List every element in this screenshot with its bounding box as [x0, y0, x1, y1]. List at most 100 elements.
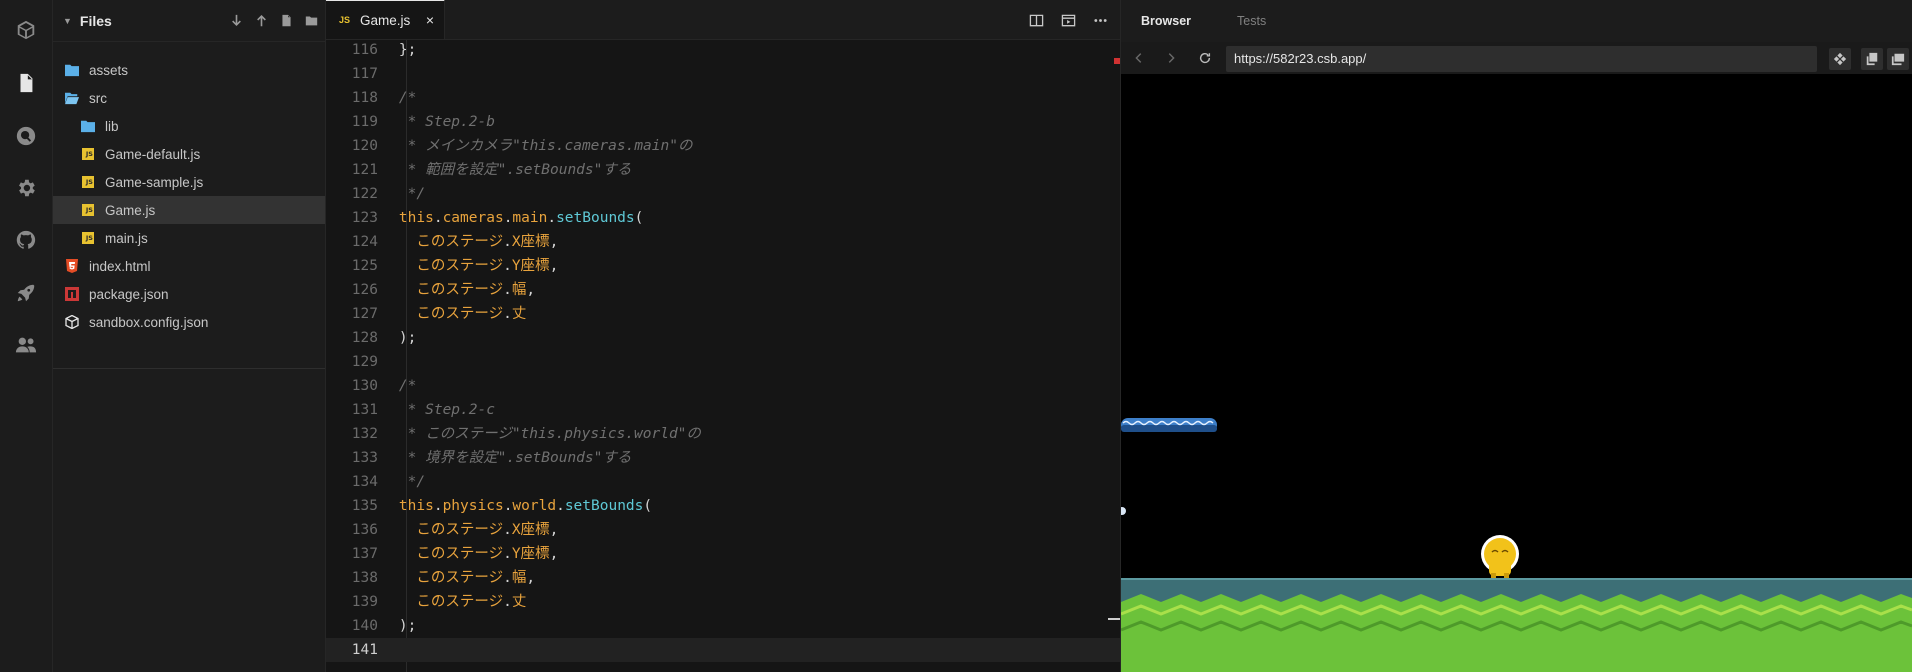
code-token: , [549, 546, 559, 562]
code-line[interactable]: 129 [326, 350, 1120, 374]
refresh-icon[interactable] [1195, 48, 1215, 68]
code-token: 幅 [511, 570, 527, 586]
code-line[interactable]: 119 * Step.2-b [326, 110, 1120, 134]
folder-open-icon [65, 91, 79, 105]
file-tree-item[interactable]: JS Game-sample.js [53, 168, 325, 196]
file-tree-label: index.html [89, 258, 151, 274]
file-tree-item[interactable]: JS Game.js [53, 196, 325, 224]
code-text: このステージ.X座標, [364, 230, 558, 254]
code-line[interactable]: 133 * 境界を設定".setBounds"する [326, 446, 1120, 470]
file-tree-label: main.js [105, 230, 148, 246]
explorer-header[interactable]: ▼ Files [53, 0, 325, 42]
activity-bar [0, 0, 53, 672]
code-text: this.physics.world.setBounds( [364, 494, 652, 518]
file-tree-item[interactable]: src [53, 84, 325, 112]
file-tree-item[interactable]: package.json [53, 280, 325, 308]
code-line[interactable]: 118 /* [326, 86, 1120, 110]
code-line[interactable]: 141 [326, 638, 1120, 662]
file-tree-item[interactable]: assets [53, 56, 325, 84]
folder-icon [65, 63, 79, 77]
npm-file-icon [65, 287, 79, 301]
code-token: ); [364, 618, 417, 634]
cube-icon[interactable] [12, 16, 40, 44]
code-line[interactable]: 132 * このステージ"this.physics.world"の [326, 422, 1120, 446]
preview-tabs: Browser Tests [1121, 0, 1912, 42]
close-icon[interactable]: × [422, 12, 438, 28]
player-character [1481, 535, 1519, 579]
code-token: */ [364, 186, 426, 202]
preview-icon[interactable] [1052, 9, 1084, 31]
js-file-icon: JS [81, 231, 95, 245]
code-line[interactable]: 128 ); [326, 326, 1120, 350]
code-line[interactable]: 120 * メインカメラ"this.cameras.main"の [326, 134, 1120, 158]
file-tree-item[interactable]: JS main.js [53, 224, 325, 252]
code-line[interactable]: 125 このステージ.Y座標, [326, 254, 1120, 278]
code-line[interactable]: 138 このステージ.幅, [326, 566, 1120, 590]
file-tree-item[interactable]: JS Game-default.js [53, 140, 325, 168]
download-icon[interactable] [225, 10, 247, 32]
code-text: このステージ.Y座標, [364, 542, 558, 566]
code-line[interactable]: 130 /* [326, 374, 1120, 398]
devtools-icon[interactable] [1829, 48, 1851, 70]
gear-icon[interactable] [12, 174, 40, 202]
code-line[interactable]: 134 */ [326, 470, 1120, 494]
code-area[interactable]: 116 }; 117 118 /* 119 * Step.2-b 120 * メインカメ… [326, 40, 1120, 672]
code-token: このステージ [364, 570, 504, 586]
line-number: 129 [351, 354, 378, 370]
code-line[interactable]: 121 * 範囲を設定".setBounds"する [326, 158, 1120, 182]
floating-platform [1121, 418, 1217, 432]
code-token: * Step.2-b [364, 114, 495, 130]
code-token: world [512, 498, 557, 514]
code-token: . [503, 234, 512, 250]
code-line[interactable]: 126 このステージ.幅, [326, 278, 1120, 302]
github-icon[interactable] [12, 226, 40, 254]
code-token: setBounds [564, 498, 644, 514]
code-line[interactable]: 127 このステージ.丈 [326, 302, 1120, 326]
code-line[interactable]: 135 this.physics.world.setBounds( [326, 494, 1120, 518]
tab-tests[interactable]: Tests [1237, 14, 1266, 28]
code-token: this [364, 210, 434, 226]
code-line[interactable]: 131 * Step.2-c [326, 398, 1120, 422]
forward-icon[interactable] [1161, 48, 1181, 68]
code-line[interactable]: 136 このステージ.X座標, [326, 518, 1120, 542]
code-text: このステージ.丈 [364, 302, 526, 326]
code-token: . [503, 258, 512, 274]
code-line[interactable]: 123 this.cameras.main.setBounds( [326, 206, 1120, 230]
file-tree-item[interactable]: sandbox.config.json [53, 308, 325, 336]
code-line[interactable]: 139 このステージ.丈 [326, 590, 1120, 614]
open-window-icon[interactable] [1887, 48, 1909, 70]
code-text: * 範囲を設定".setBounds"する [364, 158, 632, 182]
file-tree-label: Game.js [105, 202, 156, 218]
new-file-icon[interactable] [275, 10, 297, 32]
url-input[interactable]: https://582r23.csb.app/ [1226, 46, 1817, 72]
code-line[interactable]: 122 */ [326, 182, 1120, 206]
back-icon[interactable] [1129, 48, 1149, 68]
people-icon[interactable] [12, 331, 40, 359]
file-tree-item[interactable]: lib [53, 112, 325, 140]
tab-game-js[interactable]: JS Game.js × [326, 0, 445, 39]
copy-icon[interactable] [1861, 48, 1883, 70]
code-line[interactable]: 116 }; [326, 40, 1120, 62]
rocket-icon[interactable] [12, 279, 40, 307]
js-file-icon: JS [81, 147, 95, 161]
game-canvas[interactable] [1121, 74, 1912, 672]
upload-icon[interactable] [250, 10, 272, 32]
search-icon[interactable] [12, 122, 40, 150]
tab-browser[interactable]: Browser [1141, 14, 1191, 28]
code-line[interactable]: 117 [326, 62, 1120, 86]
code-line[interactable]: 137 このステージ.Y座標, [326, 542, 1120, 566]
ground [1121, 578, 1912, 672]
code-line[interactable]: 140 ); [326, 614, 1120, 638]
code-token: . [503, 546, 512, 562]
code-token: 丈 [511, 306, 527, 322]
code-token: physics [442, 498, 504, 514]
code-token: setBounds [556, 210, 635, 226]
file-tree-item[interactable]: index.html [53, 252, 325, 280]
new-folder-icon[interactable] [300, 10, 322, 32]
more-icon[interactable] [1084, 9, 1116, 31]
split-view-icon[interactable] [1020, 9, 1052, 31]
browser-navbar: https://582r23.csb.app/ [1121, 42, 1912, 74]
chevron-down-icon[interactable]: ▼ [63, 16, 72, 26]
code-line[interactable]: 124 このステージ.X座標, [326, 230, 1120, 254]
file-icon[interactable] [12, 69, 40, 97]
